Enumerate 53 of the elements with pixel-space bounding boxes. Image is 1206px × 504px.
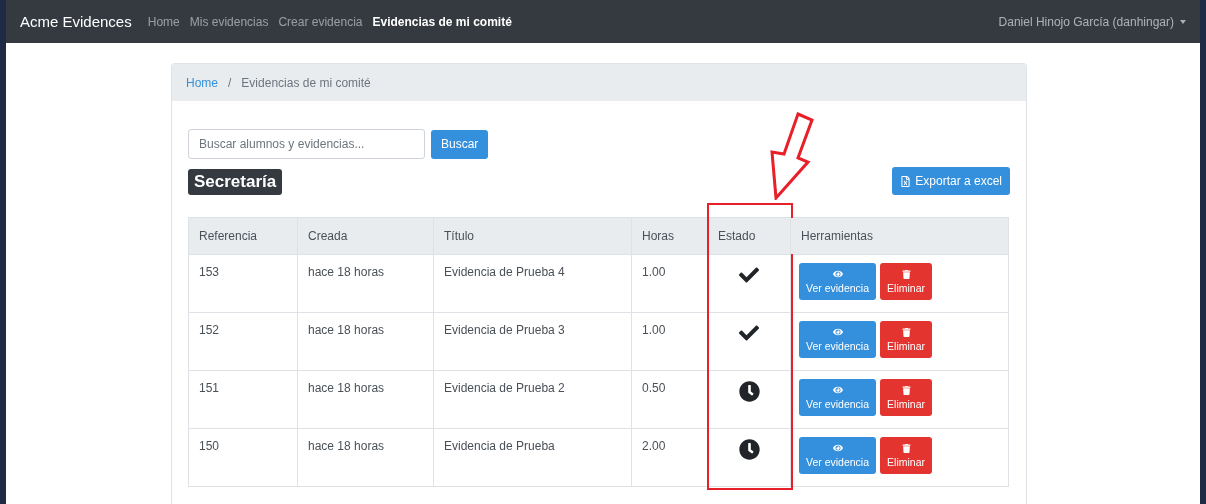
table-cell: 1.00 xyxy=(642,323,666,337)
table-cell: 2.00 xyxy=(642,439,666,453)
eye-icon xyxy=(832,269,843,279)
table-cell: 1.00 xyxy=(642,265,666,279)
table-cell: hace 18 horas xyxy=(308,323,385,337)
column-header: Creada xyxy=(297,217,434,255)
table-cell: Evidencia de Prueba 2 xyxy=(444,381,565,395)
breadcrumb-link[interactable]: Home xyxy=(186,75,218,90)
nav-link[interactable]: Crear evidencia xyxy=(278,14,363,29)
search-field[interactable]: Buscar alumnos y evidencias... xyxy=(188,129,425,159)
delete-button[interactable]: Eliminar xyxy=(880,379,932,416)
view-button[interactable]: Ver evidencia xyxy=(799,379,877,416)
table-cell: 151 xyxy=(199,381,220,395)
nav-link[interactable]: Mis evidencias xyxy=(189,14,269,29)
column-header: Herramientas xyxy=(790,217,1009,255)
export-button[interactable]: Exportar a excel xyxy=(892,167,1010,195)
view-button[interactable]: Ver evidencia xyxy=(799,437,877,474)
breadcrumb-current: Evidencias de mi comité xyxy=(241,75,371,90)
table-cell: hace 18 horas xyxy=(308,265,385,279)
eye-icon xyxy=(832,443,843,453)
trash-icon xyxy=(901,327,911,337)
table-cell: Evidencia de Prueba xyxy=(444,439,555,453)
delete-button[interactable]: Eliminar xyxy=(880,263,932,300)
table-cell: Evidencia de Prueba 4 xyxy=(444,265,565,279)
eye-icon xyxy=(832,385,843,395)
column-header: Referencia xyxy=(188,217,298,255)
table-cell: hace 18 horas xyxy=(308,381,385,395)
table-cell: 0.50 xyxy=(642,381,666,395)
column-header: Título xyxy=(433,217,632,255)
table-cell: 152 xyxy=(199,323,220,337)
eye-icon xyxy=(832,327,843,337)
breadcrumb-separator: / xyxy=(228,75,232,90)
search-button[interactable]: Buscar xyxy=(431,129,489,159)
trash-icon xyxy=(901,443,911,453)
table-cell: 150 xyxy=(199,439,220,453)
nav-link[interactable]: Evidencias de mi comité xyxy=(372,14,512,29)
delete-button[interactable]: Eliminar xyxy=(880,321,932,358)
brand[interactable]: Acme Evidences xyxy=(20,13,132,30)
delete-button[interactable]: Eliminar xyxy=(880,437,932,474)
column-header: Horas xyxy=(631,217,708,255)
table-cell: hace 18 horas xyxy=(308,439,385,453)
committee-badge: Secretaría xyxy=(188,169,283,195)
view-button[interactable]: Ver evidencia xyxy=(799,321,877,358)
caret-icon xyxy=(1180,19,1186,24)
trash-icon xyxy=(901,385,911,395)
table-cell: 153 xyxy=(199,265,220,279)
spreadsheet-icon xyxy=(900,175,912,187)
trash-icon xyxy=(901,269,911,279)
table-cell: Evidencia de Prueba 3 xyxy=(444,323,565,337)
arrow-icon xyxy=(768,112,816,200)
view-button[interactable]: Ver evidencia xyxy=(799,263,877,300)
user-menu[interactable]: Daniel Hinojo García (danhingar) xyxy=(998,14,1186,29)
nav-link[interactable]: Home xyxy=(147,14,180,29)
